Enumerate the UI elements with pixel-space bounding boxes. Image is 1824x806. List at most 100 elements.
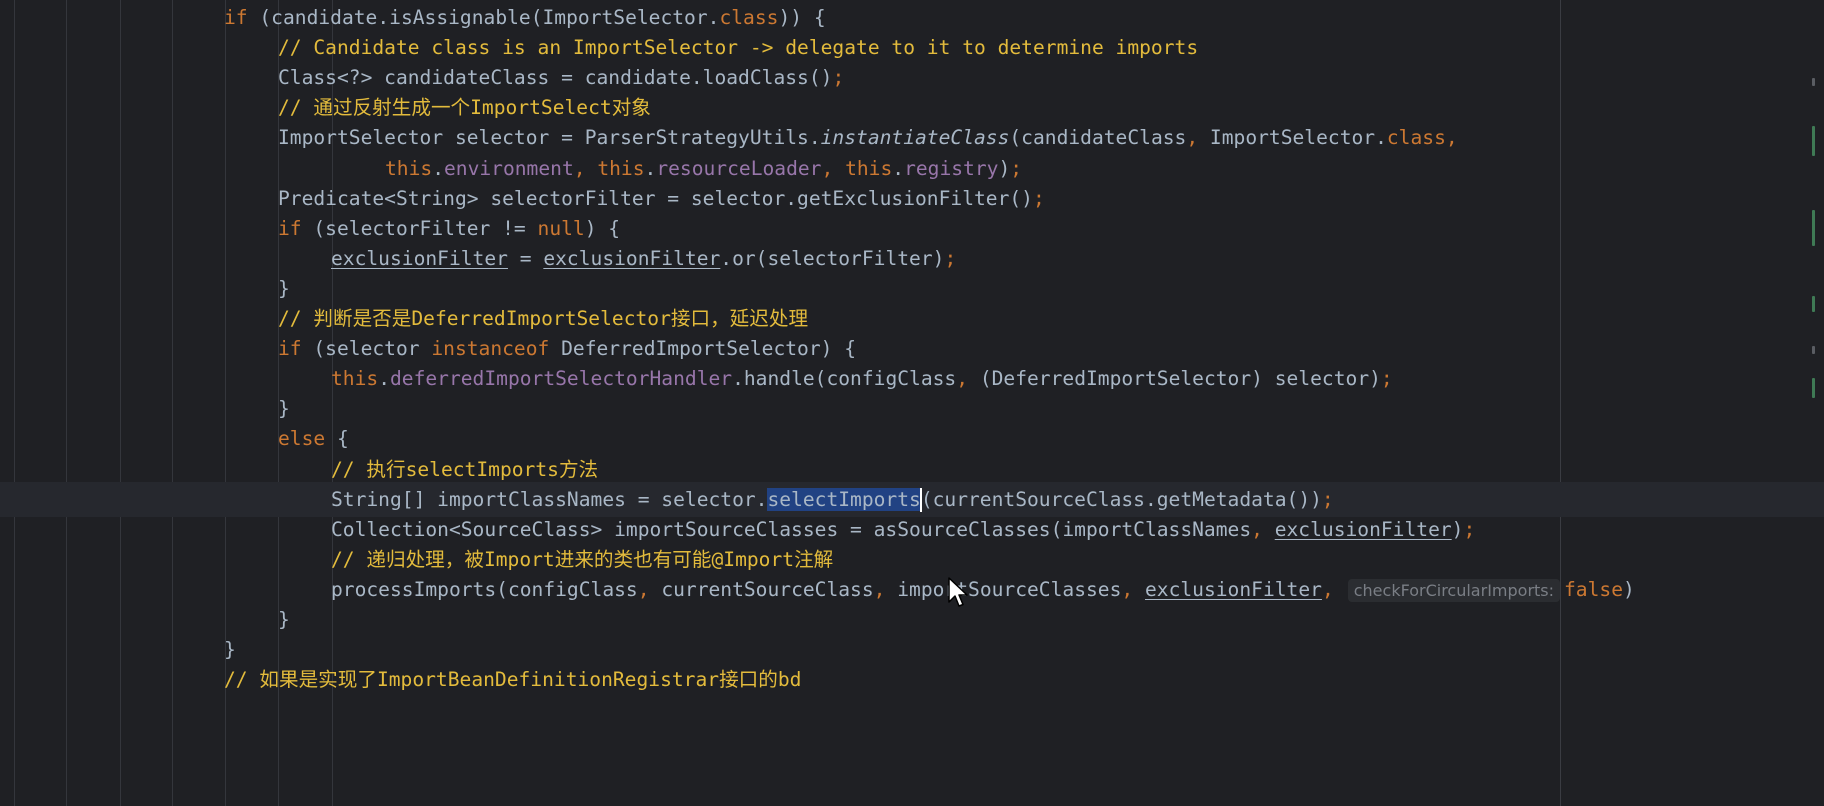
code-token: // — [278, 307, 314, 330]
code-token: } — [278, 276, 290, 300]
code-token: instanceof — [431, 337, 550, 361]
code-token: , — [1321, 577, 1334, 601]
code-token: if — [278, 216, 302, 240]
code-token: Class<?> candidateClass = candidate.load… — [278, 66, 833, 90]
code-token: ) — [1623, 577, 1635, 601]
code-token: @Import — [711, 547, 795, 571]
code-token: ImportSelect — [470, 96, 612, 120]
code-token: (candidateClass — [1009, 126, 1187, 150]
scrollbar-marker[interactable] — [1812, 296, 1815, 312]
code-token: , — [1121, 577, 1145, 601]
code-token: , — [1251, 517, 1275, 541]
code-token: , — [637, 577, 662, 601]
code-token: } — [278, 397, 290, 421]
code-token: this — [845, 156, 893, 180]
code-token: this — [331, 367, 379, 391]
code-token: ImportBeanDefinitionRegistrar — [376, 668, 720, 692]
code-token: , — [956, 367, 969, 391]
code-token: // — [331, 457, 367, 481]
code-token: 判断是否是 — [313, 307, 412, 330]
code-token: 方法 — [558, 457, 599, 481]
code-token: (selectorFilter != — [301, 216, 538, 240]
code-token: 注解 — [794, 547, 834, 571]
code-token: (currentSourceClass.getMetadata()) — [920, 487, 1322, 511]
code-token: ; — [944, 246, 957, 270]
code-token: this — [385, 156, 433, 180]
code-token: )) { — [778, 6, 826, 29]
code-token: 接口的 — [719, 668, 778, 692]
code-token: ; — [1463, 517, 1476, 541]
code-token: exclusionFilter — [331, 246, 508, 270]
code-token: , — [1445, 126, 1458, 150]
code-token: if — [278, 337, 302, 361]
code-token: bd — [777, 668, 802, 692]
code-token: 如果是实现了 — [259, 668, 377, 692]
code-token: (DeferredImportSelector) selector) — [968, 367, 1381, 391]
code-token: exclusionFilter — [1274, 517, 1452, 541]
code-token: .or(selectorFilter) — [720, 246, 945, 270]
code-token: // — [224, 668, 260, 692]
code-token: , — [873, 577, 898, 601]
selected-text: selectImports — [767, 487, 921, 511]
code-token: selectImports — [405, 457, 559, 481]
code-token: class — [1386, 126, 1446, 150]
code-token: Import — [483, 547, 555, 571]
code-token: ImportSelector selector = ParserStrategy… — [278, 126, 821, 150]
code-token: // Candidate class is an ImportSelector … — [278, 36, 1199, 60]
scrollbar-marker[interactable] — [1812, 378, 1815, 398]
code-token: 对象 — [611, 96, 651, 120]
code-token: ; — [1380, 367, 1393, 391]
code-token: (candidate.isAssignable(ImportSelector. — [247, 6, 720, 29]
code-token: 执行 — [366, 457, 406, 481]
code-token: , — [573, 156, 598, 180]
code-token: instantiateClass — [820, 126, 1010, 150]
code-token: .handle(configClass — [732, 367, 957, 391]
code-token: null — [537, 216, 585, 240]
code-token: ; — [1321, 487, 1334, 511]
code-token: importSourceClasses — [897, 577, 1122, 601]
code-token: String[] importClassNames = selector. — [331, 487, 768, 511]
code-token: , — [821, 156, 846, 180]
code-token: 进来的类也有可能 — [554, 547, 712, 571]
parameter-hint: checkForCircularImports: — [1347, 578, 1561, 602]
code-token: exclusionFilter — [1144, 577, 1322, 601]
code-token: (selector — [301, 337, 432, 361]
code-token: . — [892, 156, 905, 180]
code-token: { — [325, 427, 349, 451]
code-token: 接口，延迟处理 — [670, 307, 809, 330]
code-token: } — [224, 638, 236, 662]
code-token: this — [597, 156, 645, 180]
code-token: deferredImportSelectorHandler — [389, 367, 733, 391]
code-editor[interactable]: if (candidate.isAssignable(ImportSelecto… — [0, 0, 1824, 806]
scrollbar-marker[interactable] — [1812, 210, 1815, 246]
code-token: ) — [998, 156, 1011, 180]
code-token: environment — [443, 156, 574, 180]
code-token: class — [719, 6, 779, 29]
scrollbar-marker[interactable] — [1812, 346, 1815, 354]
code-token: false — [1564, 577, 1623, 601]
scrollbar-marker[interactable] — [1812, 126, 1815, 156]
code-token: registry — [904, 156, 999, 180]
code-token: . — [644, 156, 657, 180]
code-token: Collection<SourceClass> importSourceClas… — [331, 517, 1252, 541]
code-token: // — [331, 547, 367, 571]
code-token: currentSourceClass — [661, 577, 874, 601]
scrollbar-marker[interactable] — [1812, 78, 1815, 86]
code-line[interactable]: // 如果是实现了ImportBeanDefinitionRegistrar接口… — [0, 662, 1824, 697]
code-token: processImports(configClass — [331, 577, 638, 601]
code-token: } — [278, 608, 290, 631]
code-token: ) { — [584, 216, 621, 240]
code-token: . — [378, 367, 390, 391]
code-token: ; — [1010, 156, 1023, 180]
code-token: if — [224, 6, 248, 29]
code-token: ) — [1451, 517, 1464, 541]
code-token: ; — [1032, 186, 1045, 210]
code-token: . — [432, 156, 444, 180]
code-token: 通过反射生成一个 — [313, 96, 471, 120]
code-token: 递归处理，被 — [366, 547, 484, 571]
code-token: Predicate<String> selectorFilter = selec… — [278, 186, 1033, 210]
code-token: ImportSelector. — [1198, 126, 1387, 150]
code-token: resourceLoader — [656, 156, 822, 180]
code-token: , — [1186, 126, 1199, 150]
code-token: DeferredImportSelector — [411, 307, 671, 330]
